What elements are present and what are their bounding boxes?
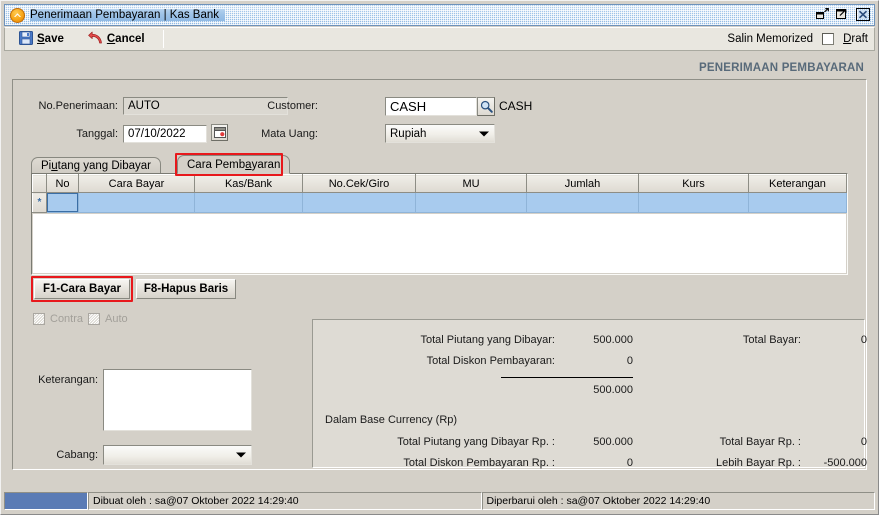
mata-uang-select[interactable]: Rupiah xyxy=(385,124,495,143)
total-piutang-dibayar-rp-label: Total Piutang yang Dibayar Rp. : xyxy=(397,436,555,448)
customer-name-text: CASH xyxy=(499,99,533,113)
payment-method-grid: No Cara Bayar Kas/Bank No.Cek/Giro MU Ju… xyxy=(31,173,848,275)
toolbar-separator xyxy=(162,30,164,48)
tab-piutang-label: Piutang yang Dibayar xyxy=(41,160,151,172)
cell-no-cek-giro[interactable] xyxy=(302,192,416,213)
grid-col-kas-bank[interactable]: Kas/Bank xyxy=(194,174,303,193)
cell-kas-bank[interactable] xyxy=(194,192,303,213)
tabstrip: Piutang yang Dibayar Cara Pembayaran xyxy=(31,153,848,176)
contra-label: Contra xyxy=(50,313,84,325)
main-panel: No.Penerimaan: AUTO Tanggal: 07/10/2022 … xyxy=(12,79,867,470)
keterangan-textarea[interactable] xyxy=(103,369,252,431)
totals-panel: Total Piutang yang Dibayar: 500.000 Tota… xyxy=(312,319,867,469)
tab-cara-pembayaran[interactable]: Cara Pembayaran xyxy=(177,155,291,174)
draft-label[interactable]: Draft xyxy=(843,33,868,45)
chevron-down-icon xyxy=(479,131,489,136)
customer-field[interactable]: CASH xyxy=(385,97,477,116)
grid-col-kurs[interactable]: Kurs xyxy=(638,174,749,193)
mata-uang-value: Rupiah xyxy=(390,127,427,140)
application-window: Penerimaan Pembayaran | Kas Bank Save Ca… xyxy=(0,0,879,515)
total-bayar-rp-value: 0 xyxy=(860,436,867,448)
statusbar: Dibuat oleh : sa@07 Oktober 2022 14:29:4… xyxy=(4,492,875,510)
total-bayar-label: Total Bayar: xyxy=(742,334,801,346)
f1-cara-bayar-button[interactable]: F1-Cara Bayar xyxy=(34,279,130,299)
save-icon xyxy=(19,30,33,48)
f8-hapus-baris-button[interactable]: F8-Hapus Baris xyxy=(136,279,236,299)
magnifier-icon[interactable] xyxy=(477,97,495,116)
total-diskon-pembayaran-value: 0 xyxy=(626,355,633,367)
tanggal-label: Tanggal: xyxy=(76,128,118,140)
cabang-label: Cabang: xyxy=(56,449,98,461)
total-diskon-pembayaran-rp-value: 0 xyxy=(626,457,633,469)
row-new-marker: * xyxy=(32,192,47,213)
grid-col-mu[interactable]: MU xyxy=(415,174,527,193)
cell-cara-bayar[interactable] xyxy=(78,192,195,213)
cell-kurs[interactable] xyxy=(638,192,749,213)
total-piutang-dibayar-rp-value: 500.000 xyxy=(593,436,633,448)
grid-table: No Cara Bayar Kas/Bank No.Cek/Giro MU Ju… xyxy=(32,174,847,213)
cell-mu[interactable] xyxy=(415,192,527,213)
total-piutang-dibayar-value: 500.000 xyxy=(593,334,633,346)
app-icon xyxy=(10,7,25,23)
grid-col-cara-bayar[interactable]: Cara Bayar xyxy=(78,174,195,193)
chevron-down-icon xyxy=(236,452,246,458)
statusbar-accent xyxy=(4,492,88,510)
save-label: Save xyxy=(37,33,64,45)
window-titlebar[interactable]: Penerimaan Pembayaran | Kas Bank xyxy=(4,4,875,26)
statusbar-updated: Diperbarui oleh : sa@07 Oktober 2022 14:… xyxy=(481,492,875,510)
auto-label: Auto xyxy=(105,313,128,325)
grid-col-jumlah[interactable]: Jumlah xyxy=(526,174,639,193)
total-bayar-value: 0 xyxy=(860,334,867,346)
contra-checkbox-row: Contra xyxy=(33,313,83,325)
lebih-bayar-rp-label: Lebih Bayar Rp. : xyxy=(716,457,801,469)
tab-cara-pembayaran-label: Cara Pembayaran xyxy=(187,158,281,171)
total-bayar-rp-label: Total Bayar Rp. : xyxy=(719,436,801,448)
no-penerimaan-label: No.Penerimaan: xyxy=(38,100,119,112)
base-currency-label: Dalam Base Currency (Rp) xyxy=(325,414,458,426)
total-piutang-dibayar-label: Total Piutang yang Dibayar: xyxy=(420,334,555,346)
keterangan-label: Keterangan: xyxy=(38,374,98,386)
cell-keterangan[interactable] xyxy=(748,192,847,213)
auto-checkbox xyxy=(88,313,100,325)
cell-no[interactable] xyxy=(46,192,79,213)
grid-corner-cell xyxy=(32,174,47,193)
grid-col-keterangan[interactable]: Keterangan xyxy=(748,174,847,193)
statusbar-created: Dibuat oleh : sa@07 Oktober 2022 14:29:4… xyxy=(88,492,482,510)
close-button[interactable] xyxy=(855,7,870,21)
totals-divider xyxy=(501,377,633,378)
draft-checkbox[interactable] xyxy=(822,33,835,45)
grid-header-row: No Cara Bayar Kas/Bank No.Cek/Giro MU Ju… xyxy=(32,174,847,193)
window-controls xyxy=(815,7,870,21)
main-toolbar: Save Cancel Salin Memorized Draft xyxy=(4,27,875,51)
table-row[interactable]: * xyxy=(32,192,847,213)
customer-label: Customer: xyxy=(267,100,318,112)
mata-uang-label: Mata Uang: xyxy=(261,128,318,140)
cancel-button[interactable]: Cancel xyxy=(78,29,155,49)
auto-checkbox-row: Auto xyxy=(88,313,128,325)
tanggal-field[interactable]: 07/10/2022 xyxy=(123,125,207,143)
totals-subtotal-value: 500.000 xyxy=(593,384,633,396)
salin-memorized-label[interactable]: Salin Memorized xyxy=(727,33,813,45)
cancel-label: Cancel xyxy=(106,33,145,45)
toolbar-right-group: Salin Memorized Draft xyxy=(727,33,874,45)
maximize-button[interactable] xyxy=(835,7,850,21)
contra-checkbox xyxy=(33,313,45,325)
save-button[interactable]: Save xyxy=(9,29,74,49)
window-title: Penerimaan Pembayaran | Kas Bank xyxy=(30,9,226,21)
total-diskon-pembayaran-label: Total Diskon Pembayaran: xyxy=(426,355,555,367)
total-diskon-pembayaran-rp-label: Total Diskon Pembayaran Rp. : xyxy=(403,457,555,469)
calendar-icon[interactable] xyxy=(211,124,228,141)
page-title: PENERIMAAN PEMBAYARAN xyxy=(698,62,864,74)
lebih-bayar-rp-value: -500.000 xyxy=(823,457,867,469)
grid-col-no-cek-giro[interactable]: No.Cek/Giro xyxy=(302,174,416,193)
grid-col-no[interactable]: No xyxy=(46,174,79,193)
cell-jumlah[interactable] xyxy=(526,192,639,213)
cabang-select[interactable] xyxy=(103,445,252,465)
tab-piutang-yang-dibayar[interactable]: Piutang yang Dibayar xyxy=(31,157,161,174)
grid-empty-area xyxy=(33,214,846,273)
restore-button[interactable] xyxy=(815,7,830,21)
undo-arrow-icon xyxy=(88,31,103,48)
